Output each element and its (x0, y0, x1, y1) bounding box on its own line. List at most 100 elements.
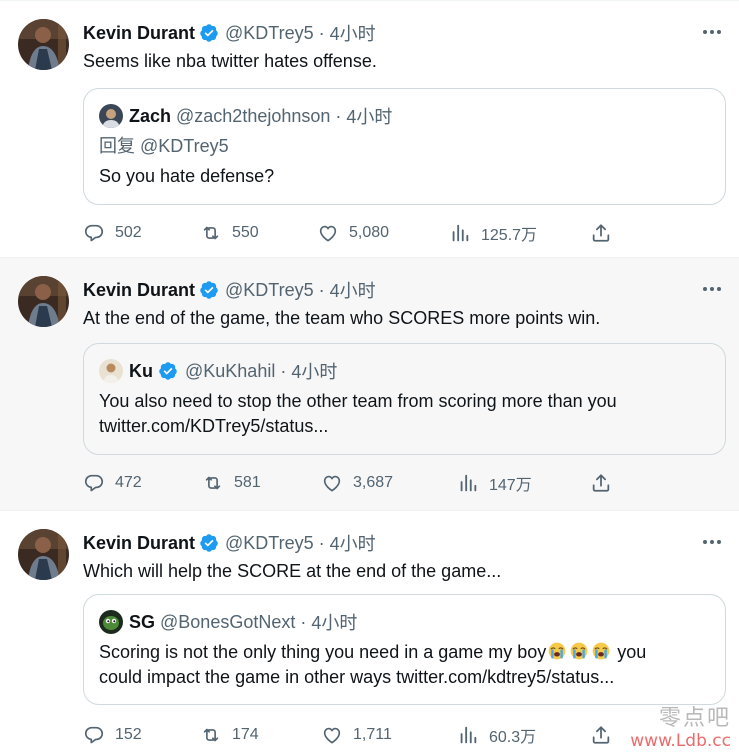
tweet[interactable]: Kevin Durant @KDTrey5 · 4小时 At the end o… (0, 258, 739, 511)
retweet-button[interactable]: 174 (200, 722, 259, 748)
reply-count: 502 (115, 224, 142, 241)
quote-header: Zach @zach2thejohnson · 4小时 (99, 103, 392, 129)
views-button[interactable]: 147万 (457, 470, 532, 496)
avatar[interactable] (18, 19, 69, 70)
separator-dot: · (335, 105, 342, 126)
author-name[interactable]: Kevin Durant (83, 533, 195, 554)
verified-badge-icon (199, 280, 219, 300)
retweet-icon (200, 222, 222, 244)
reply-button[interactable]: 472 (83, 470, 142, 496)
views-button[interactable]: 125.7万 (449, 220, 537, 246)
separator-dot: · (300, 611, 307, 632)
timestamp[interactable]: 4小时 (330, 20, 376, 46)
quote-timestamp: 4小时 (311, 613, 358, 633)
reply-button[interactable]: 152 (83, 722, 142, 748)
action-bar: 472 581 3,687 147万 (83, 470, 643, 496)
like-button[interactable]: 3,687 (321, 470, 393, 496)
share-icon (590, 724, 612, 746)
quote-author-handle: @BonesGotNext (160, 611, 296, 632)
reply-to-handle[interactable]: @KDTrey5 (140, 136, 229, 156)
view-count: 60.3万 (489, 729, 537, 746)
views-icon (457, 724, 479, 746)
action-bar: 502 550 5,080 125.7万 (83, 220, 643, 246)
share-button[interactable] (590, 470, 622, 496)
reply-count: 472 (115, 474, 142, 491)
views-icon (457, 472, 479, 494)
reply-icon (83, 472, 105, 494)
quote-text-tail: you (612, 642, 647, 662)
quote-author-name: Ku (129, 360, 153, 381)
more-icon[interactable] (701, 21, 723, 43)
heart-icon (317, 222, 339, 244)
author-name[interactable]: Kevin Durant (83, 23, 195, 44)
quote-text: So you hate defense? (99, 166, 275, 186)
view-count: 147万 (489, 477, 532, 494)
author-handle[interactable]: @KDTrey5 (225, 23, 314, 44)
reply-count: 152 (115, 726, 142, 743)
timestamp[interactable]: 4小时 (330, 530, 376, 556)
retweet-icon (200, 724, 222, 746)
crying-face-icon (547, 641, 567, 661)
author-handle[interactable]: @KDTrey5 (225, 533, 314, 554)
views-button[interactable]: 60.3万 (457, 722, 536, 748)
action-bar: 152 174 1,711 60.3万 (83, 722, 643, 748)
retweet-button[interactable]: 550 (200, 220, 259, 246)
separator-dot: · (318, 22, 325, 43)
tweet-header: Kevin Durant @KDTrey5 · 4小时 (83, 21, 376, 45)
quote-avatar (99, 610, 123, 634)
quoted-tweet[interactable]: Ku @KuKhahil · 4小时 You also need to stop… (83, 343, 726, 455)
tweet[interactable]: Kevin Durant @KDTrey5 · 4小时 Which will h… (0, 511, 739, 753)
retweet-button[interactable]: 581 (202, 470, 261, 496)
heart-icon (321, 724, 343, 746)
like-count: 5,080 (349, 224, 390, 241)
quote-author-name: SG (129, 611, 156, 632)
quote-author-handle: @zach2thejohnson (176, 105, 331, 126)
like-button[interactable]: 5,080 (317, 220, 389, 246)
quote-author-name: Zach (129, 105, 172, 126)
reply-icon (83, 222, 105, 244)
tweet-header: Kevin Durant @KDTrey5 · 4小时 (83, 531, 376, 555)
quote-link[interactable]: twitter.com/KDTrey5/status... (99, 413, 328, 439)
separator-dot: · (318, 532, 325, 553)
quote-timestamp: 4小时 (346, 107, 393, 127)
separator-dot: · (280, 360, 287, 381)
quote-timestamp: 4小时 (291, 362, 338, 382)
retweet-count: 581 (234, 474, 261, 491)
avatar[interactable] (18, 529, 69, 580)
crying-face-icon (569, 641, 589, 661)
author-name[interactable]: Kevin Durant (83, 280, 195, 301)
share-button[interactable] (590, 722, 622, 748)
share-icon (590, 472, 612, 494)
quoted-tweet[interactable]: SG @BonesGotNext · 4小时 Scoring is not th… (83, 594, 726, 705)
reply-button[interactable]: 502 (83, 220, 142, 246)
retweet-count: 550 (232, 224, 259, 241)
quote-text-line: Scoring is not the only thing you need i… (99, 639, 646, 665)
quote-avatar (99, 104, 123, 128)
quote-text: Scoring is not the only thing you need i… (99, 642, 547, 662)
quote-header: SG @BonesGotNext · 4小时 (99, 609, 357, 635)
verified-badge-icon (199, 23, 219, 43)
verified-badge-icon (199, 533, 219, 553)
reply-context: 回复 @KDTrey5 (99, 133, 229, 159)
avatar[interactable] (18, 276, 69, 327)
reply-icon (83, 724, 105, 746)
like-button[interactable]: 1,711 (321, 722, 392, 748)
tweet[interactable]: Kevin Durant @KDTrey5 · 4小时 Seems like n… (0, 0, 739, 258)
verified-badge-icon (158, 361, 178, 381)
share-button[interactable] (590, 220, 622, 246)
retweet-count: 174 (232, 726, 259, 743)
quote-author-handle: @KuKhahil (185, 360, 276, 381)
views-icon (449, 222, 471, 244)
quote-text-line: You also need to stop the other team fro… (99, 391, 617, 411)
tweet-text: Which will help the SCORE at the end of … (83, 561, 502, 581)
tweet-text: At the end of the game, the team who SCO… (83, 308, 601, 328)
more-icon[interactable] (701, 278, 723, 300)
author-handle[interactable]: @KDTrey5 (225, 280, 314, 301)
timestamp[interactable]: 4小时 (330, 277, 376, 303)
quote-text-link[interactable]: could impact the game in other ways twit… (99, 664, 614, 690)
more-icon[interactable] (701, 531, 723, 553)
quoted-tweet[interactable]: Zach @zach2thejohnson · 4小时 回复 @KDTrey5 … (83, 88, 726, 205)
separator-dot: · (318, 279, 325, 300)
tweet-text: Seems like nba twitter hates offense. (83, 51, 377, 71)
share-icon (590, 222, 612, 244)
